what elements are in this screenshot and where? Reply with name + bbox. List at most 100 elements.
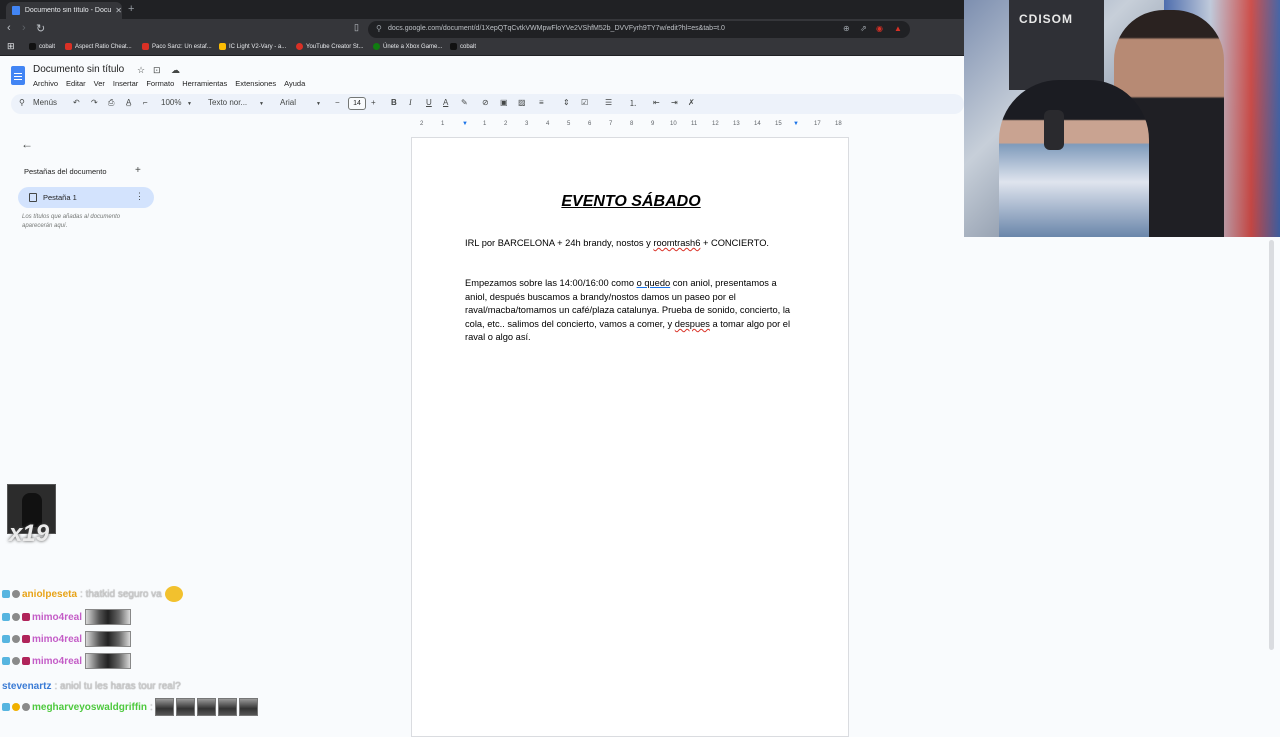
right-indent-marker-icon[interactable]: ▼: [793, 121, 799, 127]
menu-extensiones[interactable]: Extensiones: [235, 79, 276, 88]
headset-icon: [1044, 110, 1064, 150]
back-icon[interactable]: ‹: [7, 22, 11, 34]
menu-herramientas[interactable]: Herramientas: [182, 79, 227, 88]
image-icon[interactable]: ▨: [518, 98, 526, 107]
zoom-select[interactable]: 100%: [161, 98, 181, 107]
paint-format-icon[interactable]: ⌐: [143, 98, 148, 107]
misspelled-word: despues: [674, 318, 710, 329]
reload-icon[interactable]: ↻: [36, 22, 45, 35]
document-title[interactable]: Documento sin título: [33, 64, 124, 75]
undo-icon[interactable]: ↶: [73, 98, 80, 107]
more-options-icon[interactable]: ⋮: [135, 191, 144, 202]
font-select[interactable]: Arial: [280, 98, 296, 107]
bullet-list-icon[interactable]: ☰: [605, 98, 612, 107]
menu-editar[interactable]: Editar: [66, 79, 86, 88]
bookmark-item[interactable]: cobalt: [450, 43, 476, 50]
print-icon[interactable]: ⎙: [108, 98, 114, 108]
highlight-icon[interactable]: ✎: [461, 98, 468, 107]
bookmark-item[interactable]: IC Light V2-Vary - a...: [219, 43, 286, 50]
redo-icon[interactable]: ↷: [91, 98, 98, 107]
line-spacing-icon[interactable]: ⇕: [563, 98, 570, 107]
align-icon[interactable]: ≡: [539, 98, 544, 107]
bookmark-icon[interactable]: ▯: [354, 22, 359, 33]
bookmark-item[interactable]: YouTube Creator St...: [296, 43, 364, 50]
menu-ver[interactable]: Ver: [94, 79, 105, 88]
ruler-tick: 3: [525, 121, 529, 127]
numbered-list-icon[interactable]: ⒈: [629, 98, 637, 109]
bookmark-favicon-icon: [65, 43, 72, 50]
document-tab-item[interactable]: Pestaña 1 ⋮: [18, 187, 154, 208]
font-size-input[interactable]: 14: [348, 97, 366, 110]
increase-indent-icon[interactable]: ⇥: [671, 98, 678, 107]
menu-archivo[interactable]: Archivo: [33, 79, 58, 88]
clear-formatting-icon[interactable]: ✗: [688, 98, 695, 107]
document-page[interactable]: EVENTO SÁBADO IRL por BARCELONA + 24h br…: [411, 137, 849, 737]
search-menus-icon[interactable]: ⚲: [19, 98, 25, 107]
emote-image: [217, 698, 237, 716]
tab-title: Documento sin título - Docume: [24, 7, 112, 14]
move-folder-icon[interactable]: ⊡: [153, 65, 161, 76]
badge-icon: [22, 657, 30, 665]
ruler-tick: 13: [733, 121, 740, 127]
menu-insertar[interactable]: Insertar: [113, 79, 138, 88]
docs-logo-icon[interactable]: [11, 66, 25, 85]
add-tab-icon[interactable]: +: [135, 165, 141, 176]
bookmark-item[interactable]: Únete a Xbox Game...: [373, 43, 442, 50]
ruler-tick: 5: [567, 121, 571, 127]
comment-icon[interactable]: ▣: [500, 98, 508, 107]
duck-emote-icon: [164, 586, 183, 602]
misspelled-word: roomtrash6: [653, 238, 701, 248]
document-icon: [29, 193, 37, 202]
decrease-font-icon[interactable]: −: [335, 98, 340, 107]
menu-ayuda[interactable]: Ayuda: [284, 79, 305, 88]
cloud-status-icon[interactable]: ☁: [171, 65, 180, 76]
increase-font-icon[interactable]: +: [371, 98, 376, 107]
new-tab-icon[interactable]: +: [128, 3, 134, 15]
zoom-icon[interactable]: ⊕: [843, 24, 850, 33]
bookmark-item[interactable]: Paco Sanz: Un estaf...: [142, 43, 212, 50]
forward-icon[interactable]: ›: [22, 22, 26, 34]
close-tab-icon[interactable]: ✕: [115, 6, 122, 15]
chat-message: stevenartz : aniol tu les haras tour rea…: [2, 678, 181, 694]
style-select[interactable]: Texto nor...: [208, 98, 247, 107]
bookmark-favicon-icon: [142, 43, 149, 50]
ruler[interactable]: 2 1 ▼ 1 2 3 4 5 6 7 8 9 10 11 12 13 14 1…: [411, 117, 849, 129]
decrease-indent-icon[interactable]: ⇤: [653, 98, 660, 107]
chat-message: mimo4real: [2, 653, 132, 669]
indent-marker-icon[interactable]: ▼: [462, 121, 468, 127]
apps-grid-icon[interactable]: ⊞: [7, 41, 15, 52]
document-tabs-heading: Pestañas del documento: [24, 167, 107, 176]
emote-image: [85, 631, 132, 647]
bookmark-item[interactable]: Aspect Ratio Cheat...: [65, 43, 132, 50]
extension-icon[interactable]: ◉: [876, 24, 883, 33]
underline-icon[interactable]: U: [426, 98, 432, 107]
menu-formato[interactable]: Formato: [146, 79, 174, 88]
ruler-tick: 17: [814, 121, 821, 127]
ruler-tick: 1: [441, 121, 445, 127]
checklist-icon[interactable]: ☑: [581, 98, 588, 107]
spellcheck-icon[interactable]: A̲: [126, 98, 131, 107]
site-info-icon[interactable]: ⚲: [376, 24, 382, 33]
badge-icon: [2, 657, 10, 665]
ruler-tick: 15: [775, 121, 782, 127]
banner-poster: CDISOM: [1009, 0, 1104, 90]
scrollbar[interactable]: [1269, 240, 1274, 650]
browser-tab[interactable]: Documento sin título - Docume ✕: [6, 2, 122, 19]
link-icon[interactable]: ⊘: [482, 98, 489, 107]
ruler-tick: 11: [691, 121, 698, 127]
star-icon[interactable]: ☆: [137, 65, 145, 76]
back-arrow-icon[interactable]: ←: [21, 137, 33, 151]
bookmark-favicon-icon: [450, 43, 457, 50]
chat-username: mimo4real: [32, 633, 83, 645]
share-icon[interactable]: ⇗: [860, 24, 867, 33]
bold-icon[interactable]: B: [391, 98, 397, 107]
address-bar[interactable]: ⚲ docs.google.com/document/d/1XepQTqCvtk…: [368, 21, 910, 38]
text-color-icon[interactable]: A: [443, 98, 448, 107]
ruler-tick: 18: [835, 121, 842, 127]
emote-combo-count: x19: [9, 520, 50, 547]
alert-icon[interactable]: ▲: [894, 24, 902, 33]
bookmark-item[interactable]: cobalt: [29, 43, 55, 50]
italic-icon[interactable]: I: [409, 98, 412, 107]
bookmark-favicon-icon: [296, 43, 303, 50]
search-menus-label[interactable]: Menús: [33, 98, 57, 107]
